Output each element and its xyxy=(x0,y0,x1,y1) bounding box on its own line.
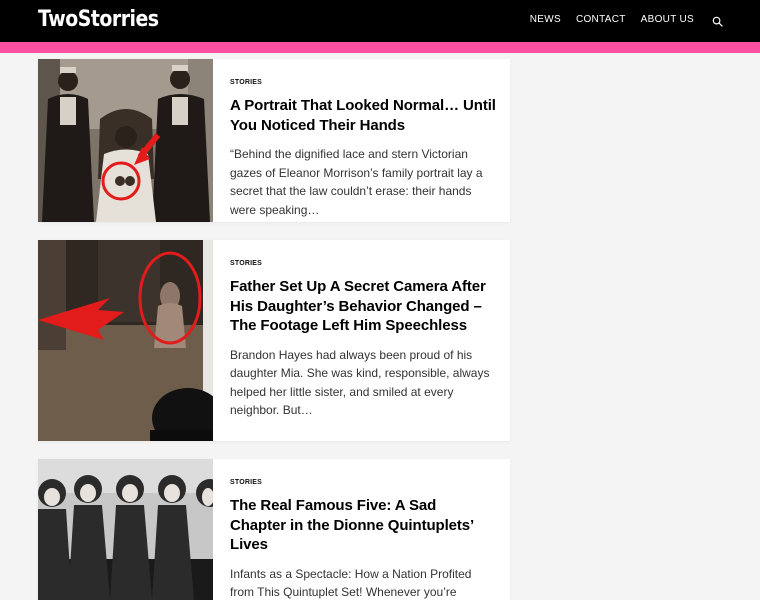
article-title[interactable]: The Real Famous Five: A Sad Chapter in t… xyxy=(230,496,496,555)
main-nav: NEWS CONTACT ABOUT US xyxy=(530,14,694,25)
article-excerpt: Brandon Hayes had always been proud of h… xyxy=(230,347,490,418)
top-nav-bar: TwoStorries NEWS CONTACT ABOUT US xyxy=(0,0,760,42)
article-card[interactable]: STORIES Father Set Up A Secret Camera Af… xyxy=(38,240,510,441)
accent-stripe xyxy=(0,42,760,53)
search-icon[interactable] xyxy=(712,16,723,27)
article-thumbnail[interactable] xyxy=(38,459,213,600)
article-card[interactable]: STORIES The Real Famous Five: A Sad Chap… xyxy=(38,459,510,600)
article-category[interactable]: STORIES xyxy=(230,260,496,267)
article-title[interactable]: Father Set Up A Secret Camera After His … xyxy=(230,277,496,336)
article-body: STORIES A Portrait That Looked Normal… U… xyxy=(230,59,496,219)
article-category[interactable]: STORIES xyxy=(230,79,496,86)
article-body: STORIES Father Set Up A Secret Camera Af… xyxy=(230,240,496,420)
article-excerpt: “Behind the dignified lace and stern Vic… xyxy=(230,147,483,217)
article-thumbnail[interactable] xyxy=(38,59,213,222)
nav-contact[interactable]: CONTACT xyxy=(576,14,626,25)
article-thumbnail[interactable] xyxy=(38,240,213,441)
article-title[interactable]: A Portrait That Looked Normal… Until You… xyxy=(230,96,496,135)
quintuplets-photo-image xyxy=(38,459,213,600)
article-category[interactable]: STORIES xyxy=(230,479,496,486)
article-excerpt: Infants as a Spectacle: How a Nation Pro… xyxy=(230,566,472,600)
nav-about-us[interactable]: ABOUT US xyxy=(641,14,694,25)
security-camera-image xyxy=(38,240,213,441)
article-card[interactable]: STORIES A Portrait That Looked Normal… U… xyxy=(38,59,510,222)
site-logo[interactable]: TwoStorries xyxy=(38,7,159,32)
nav-news[interactable]: NEWS xyxy=(530,14,561,25)
article-body: STORIES The Real Famous Five: A Sad Chap… xyxy=(230,459,496,600)
victorian-portrait-image xyxy=(38,59,213,222)
